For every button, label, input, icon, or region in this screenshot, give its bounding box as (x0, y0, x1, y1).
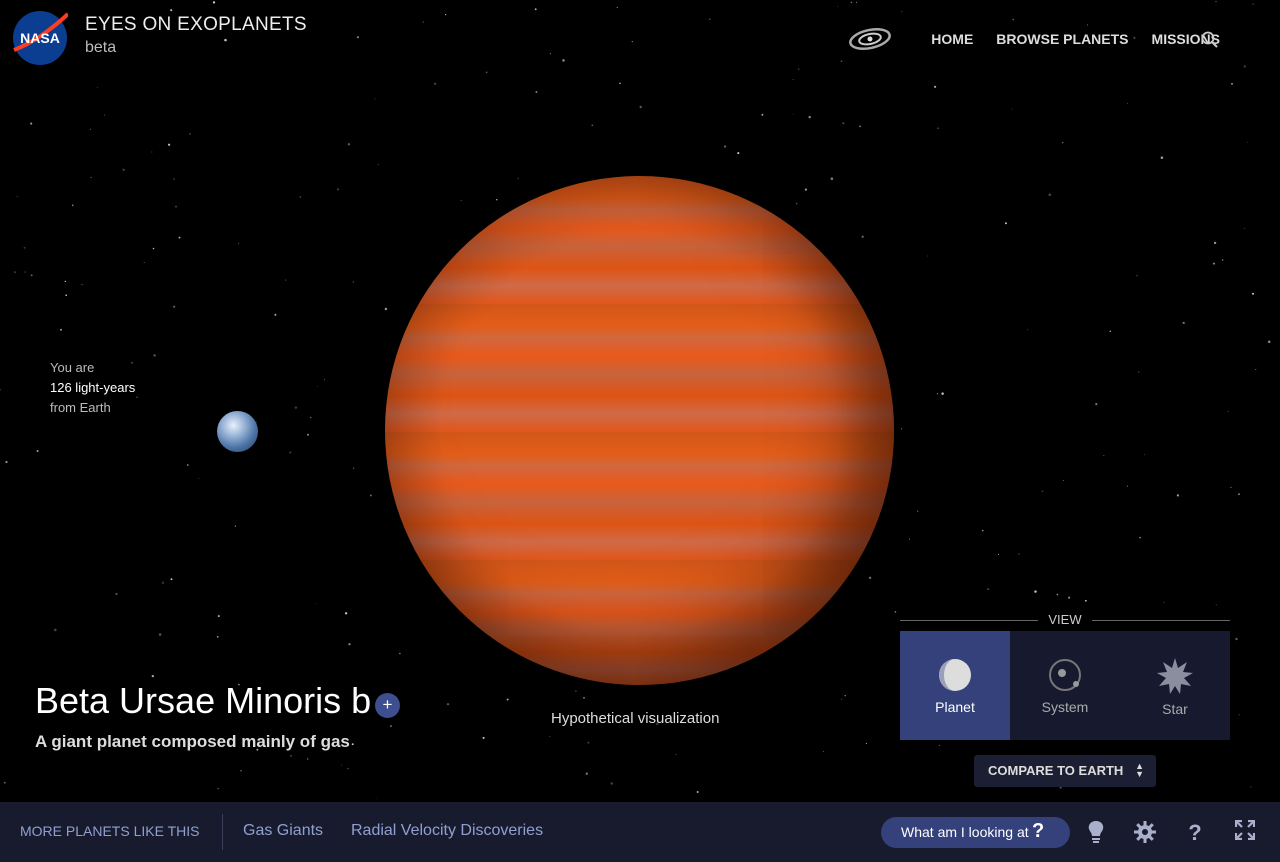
distance-readout: You are 126 light-years from Earth (50, 358, 135, 418)
distance-value: 126 light-years (50, 380, 136, 395)
help-icon[interactable]: ? (1185, 820, 1205, 844)
svg-text:NASA: NASA (20, 30, 60, 46)
svg-text:?: ? (1188, 820, 1201, 844)
view-system-button[interactable]: System (1010, 631, 1120, 740)
system-icon (1049, 659, 1081, 691)
question-icon: ? (1032, 820, 1045, 842)
distance-line1: You are (50, 360, 95, 375)
what-label: What am I looking at (901, 824, 1029, 840)
distance-line3: from Earth (50, 400, 111, 415)
lightbulb-icon[interactable] (1086, 820, 1106, 844)
view-system-label: System (1041, 699, 1089, 715)
add-button[interactable]: + (375, 693, 400, 718)
view-label: VIEW (1048, 612, 1082, 627)
category-gas-giants[interactable]: Gas Giants (243, 822, 323, 840)
category-radial-velocity[interactable]: Radial Velocity Discoveries (351, 822, 543, 840)
bottom-bar: MORE PLANETS LIKE THIS Gas Giants Radial… (0, 802, 1280, 862)
what-am-i-looking-at-button[interactable]: What am I looking at ? (881, 817, 1070, 848)
view-panel: Planet System Star (900, 631, 1230, 740)
app-title[interactable]: EYES ON EXOPLANETS (85, 14, 307, 36)
view-planet-button[interactable]: Planet (900, 631, 1010, 740)
compare-to-earth-select[interactable]: COMPARE TO EARTH ▲ ▼ (974, 755, 1156, 787)
star-icon (1157, 658, 1193, 694)
select-arrows-icon: ▲ ▼ (1135, 761, 1144, 779)
bottom-divider (222, 814, 223, 850)
main-nav: HOME BROWSE PLANETS MISSIONS (908, 31, 1220, 47)
galaxy-icon[interactable] (848, 27, 892, 51)
view-star-label: Star (1162, 701, 1188, 717)
view-planet-label: Planet (935, 699, 975, 715)
app-subtitle: beta (85, 39, 117, 56)
nav-home[interactable]: HOME (931, 31, 973, 47)
planet-description: A giant planet composed mainly of gas (35, 732, 350, 751)
compare-label: COMPARE TO EARTH (988, 763, 1124, 778)
planet-name: Beta Ursae Minoris b (35, 680, 372, 721)
visualization-note: Hypothetical visualization (551, 710, 720, 727)
view-star-button[interactable]: Star (1120, 631, 1230, 740)
more-planets-label: MORE PLANETS LIKE THIS (20, 823, 200, 839)
planet-icon (939, 659, 971, 691)
settings-gear-icon[interactable] (1133, 820, 1157, 844)
fullscreen-icon[interactable] (1235, 820, 1255, 840)
nav-browse-planets[interactable]: BROWSE PLANETS (996, 31, 1128, 47)
nasa-logo[interactable]: NASA (12, 10, 68, 66)
search-icon[interactable] (1200, 30, 1220, 50)
planet-visualization[interactable] (385, 176, 894, 685)
earth-icon[interactable] (217, 411, 258, 452)
